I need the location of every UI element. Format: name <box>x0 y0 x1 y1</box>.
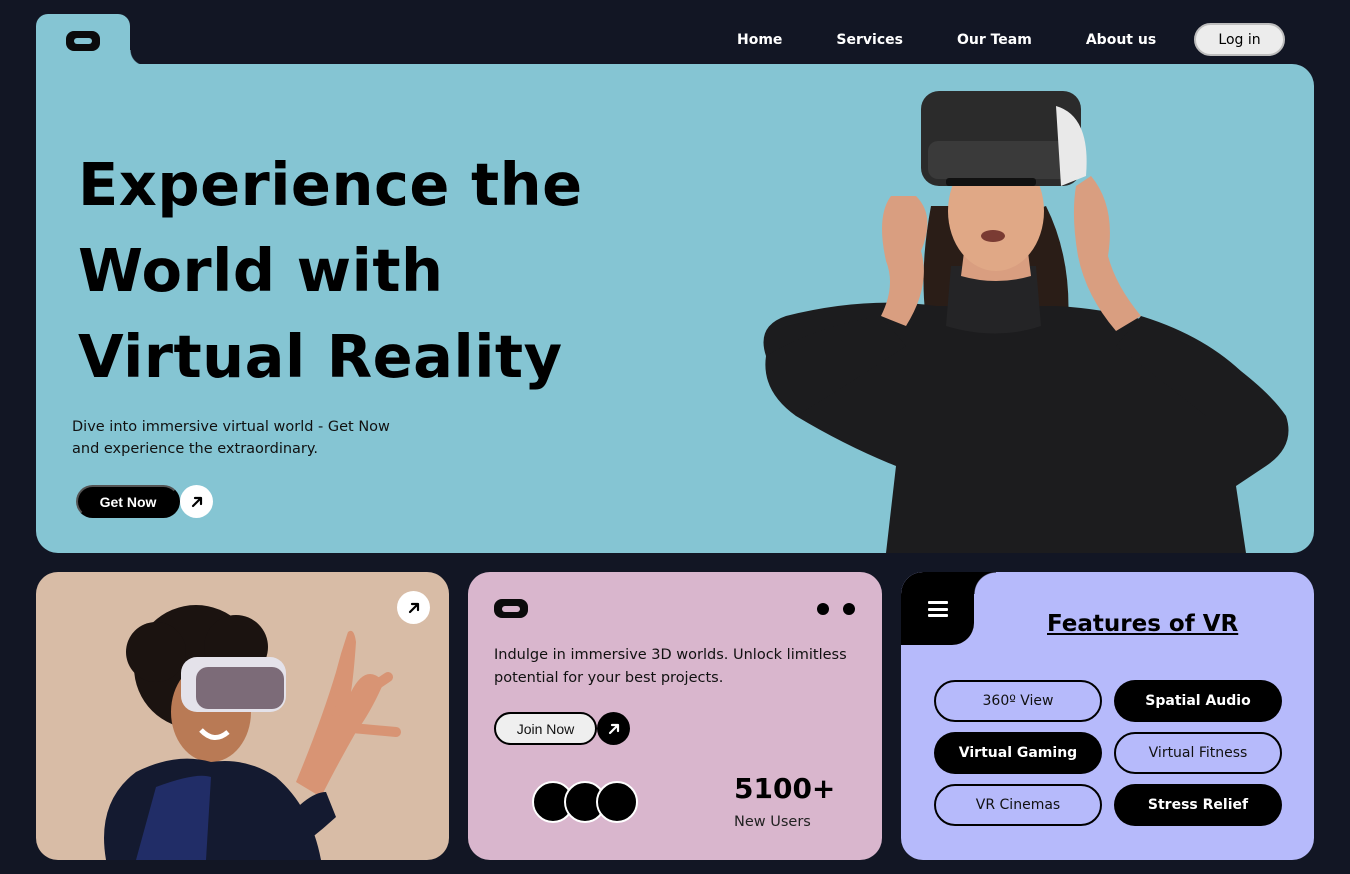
arrow-up-right-icon <box>408 602 419 613</box>
vr-headset-logo-icon[interactable] <box>66 31 100 51</box>
vr-photo-card <box>36 572 449 860</box>
hero-vr-woman-image <box>763 91 1289 553</box>
new-users-count: 5100+ <box>734 772 836 805</box>
feature-pill[interactable]: VR Cinemas <box>934 784 1102 826</box>
join-now-arrow-button[interactable] <box>597 712 630 745</box>
feature-pill[interactable]: Stress Relief <box>1114 784 1282 826</box>
nav-home-link[interactable]: Home <box>737 32 782 48</box>
features-title: Features of VR <box>1047 611 1239 637</box>
nav-services-link[interactable]: Services <box>836 32 903 48</box>
hero-title-line: World with <box>78 236 444 305</box>
get-now-arrow-button[interactable] <box>180 485 213 518</box>
hero-subtitle: Dive into immersive virtual world - Get … <box>72 419 390 457</box>
feature-pill[interactable]: 360º View <box>934 680 1102 722</box>
main-nav: Home Services Our Team About us <box>710 24 1210 56</box>
feature-pill[interactable]: Spatial Audio <box>1114 680 1282 722</box>
hero-title-line: Experience the <box>78 150 583 219</box>
arrow-up-right-icon <box>608 723 619 734</box>
join-card-description: Indulge in immersive 3D worlds. Unlock l… <box>494 647 847 686</box>
new-users-label: New Users <box>734 814 811 830</box>
get-now-button[interactable]: Get Now <box>76 485 180 518</box>
features-card: Features of VR 360º View Spatial Audio Vir… <box>901 572 1314 860</box>
hero-title-line: Virtual Reality <box>78 322 563 391</box>
join-now-button[interactable]: Join Now <box>494 712 597 745</box>
hamburger-menu-icon[interactable] <box>928 601 948 617</box>
login-button[interactable]: Log in <box>1194 23 1285 56</box>
carousel-dot[interactable] <box>817 603 829 615</box>
photo-card-arrow-button[interactable] <box>397 591 430 624</box>
nav-about-us-link[interactable]: About us <box>1086 32 1156 48</box>
hero-title: Experience the World with Virtual Realit… <box>78 142 638 400</box>
features-pill-list: 360º View Spatial Audio Virtual Gaming Virt… <box>934 680 1282 826</box>
menu-tab <box>901 572 996 645</box>
feature-pill[interactable]: Virtual Gaming <box>934 732 1102 774</box>
carousel-dot[interactable] <box>843 603 855 615</box>
hero-banner: Experience the World with Virtual Realit… <box>36 64 1314 553</box>
avatar <box>596 781 638 823</box>
feature-pill[interactable]: Virtual Fitness <box>1114 732 1282 774</box>
vr-boy-image <box>104 605 401 860</box>
nav-our-team-link[interactable]: Our Team <box>957 32 1032 48</box>
join-card: Indulge in immersive 3D worlds. Unlock l… <box>468 572 882 860</box>
user-avatars <box>532 781 642 823</box>
logo-tab <box>36 14 146 66</box>
arrow-up-right-icon <box>191 496 202 507</box>
vr-headset-icon <box>494 599 528 618</box>
